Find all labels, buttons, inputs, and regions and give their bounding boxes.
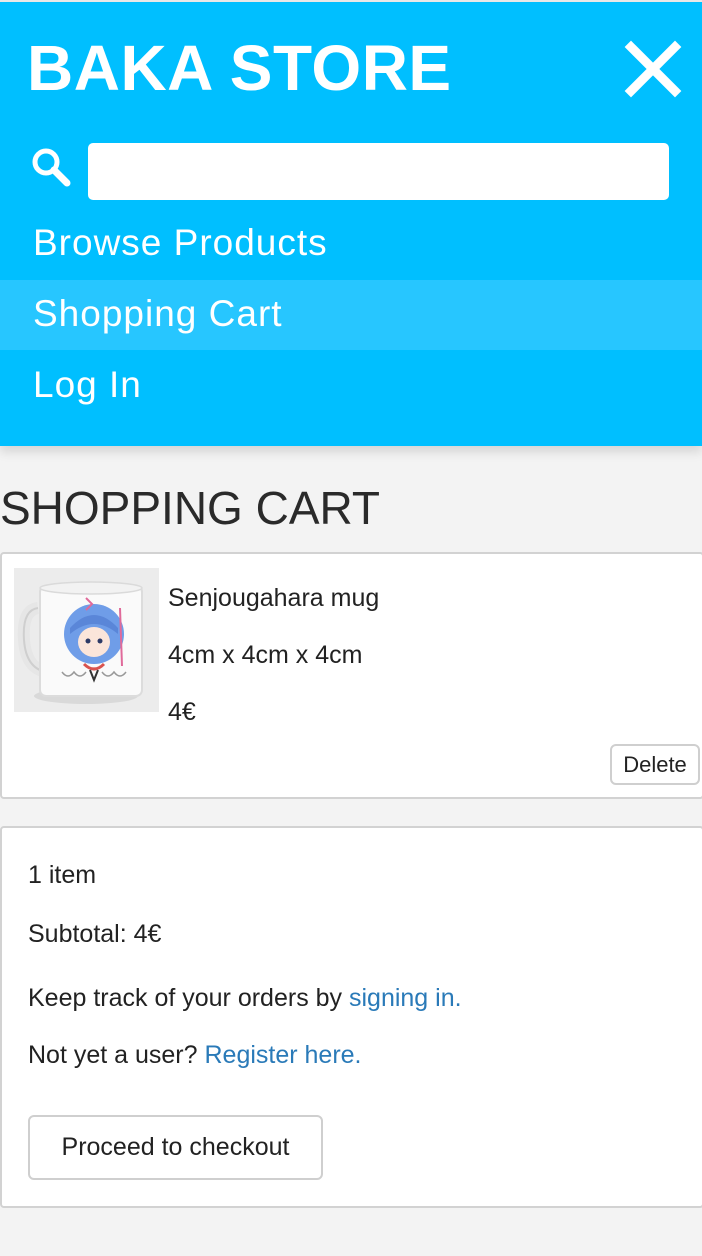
register-prompt: Not yet a user? Register here. bbox=[28, 1040, 362, 1070]
nav-browse-products[interactable]: Browse Products bbox=[0, 209, 702, 279]
product-image[interactable] bbox=[14, 568, 159, 712]
brand-logo[interactable]: BAKA STORE bbox=[27, 30, 452, 106]
nav-shopping-cart[interactable]: Shopping Cart bbox=[0, 280, 702, 350]
product-name[interactable]: Senjougahara mug bbox=[168, 583, 379, 613]
subtotal: Subtotal: 4€ bbox=[28, 920, 162, 948]
item-count: 1 item bbox=[28, 861, 97, 889]
site-header: BAKA STORE Browse Products Shopping Cart… bbox=[0, 0, 702, 446]
page-title: SHOPPING CART bbox=[0, 482, 380, 534]
nav-log-in[interactable]: Log In bbox=[0, 351, 702, 421]
sign-in-link[interactable]: signing in. bbox=[349, 984, 462, 1012]
search-input[interactable] bbox=[88, 143, 669, 200]
register-prompt-text: Not yet a user? bbox=[28, 1041, 205, 1069]
cart-item-card: Senjougahara mug 4cm x 4cm x 4cm 4€ Dele… bbox=[0, 552, 702, 799]
delete-button[interactable]: Delete bbox=[610, 744, 700, 785]
checkout-button[interactable]: Proceed to checkout bbox=[28, 1115, 323, 1180]
product-price: 4€ bbox=[168, 698, 196, 726]
sign-in-prompt-text: Keep track of your orders by bbox=[28, 984, 349, 1012]
sign-in-prompt: Keep track of your orders by signing in. bbox=[28, 983, 462, 1013]
close-icon[interactable] bbox=[622, 38, 684, 100]
search-icon bbox=[30, 146, 74, 190]
order-summary-card: 1 item Subtotal: 4€ Keep track of your o… bbox=[0, 826, 702, 1208]
product-dimensions: 4cm x 4cm x 4cm bbox=[168, 641, 363, 669]
register-link[interactable]: Register here. bbox=[204, 1041, 361, 1069]
